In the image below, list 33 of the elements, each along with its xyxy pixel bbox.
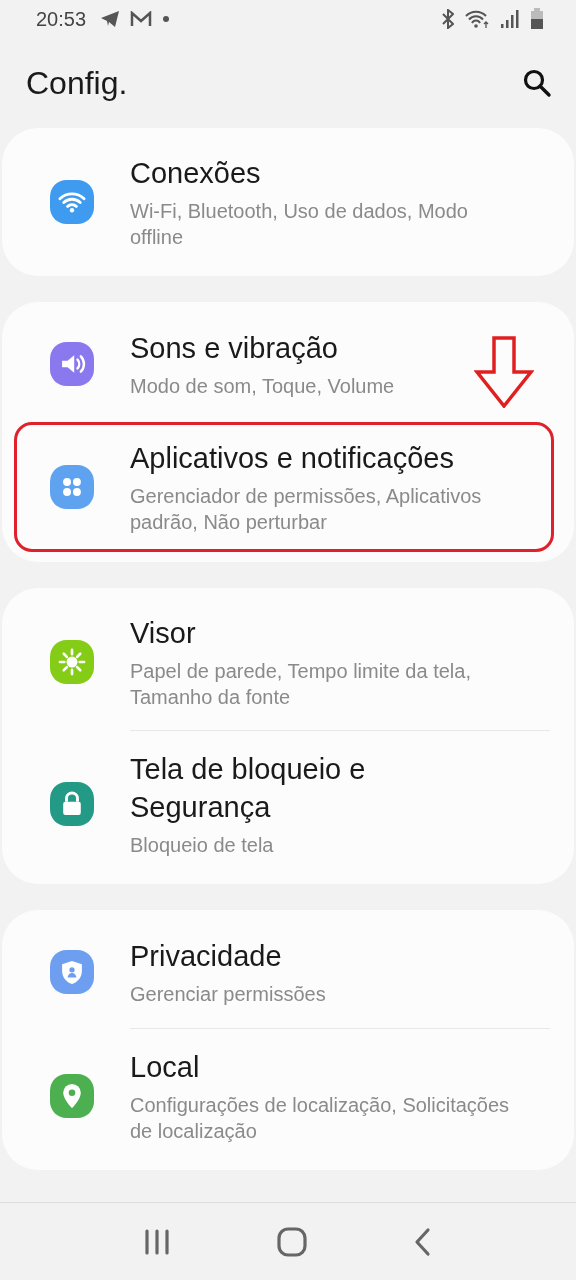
item-title: Sons e vibração [130,331,339,366]
page-title: Config. [26,64,128,102]
mail-icon [130,11,153,27]
settings-item[interactable]: Conexões Wi-Fi, Bluetooth, Uso de dados, Modo offline [2,134,574,270]
battery-icon [530,8,544,30]
settings-item[interactable]: Visor Papel de parede, Tempo limite da tela, Tamanho da fonte [2,594,574,730]
settings-item[interactable]: Tela de bloqueio e Segurança Bloqueio de tela [2,730,574,878]
bluetooth-icon [442,9,454,29]
item-subtitle: Bloqueio de tela [130,833,275,858]
settings-item[interactable]: Sons e vibração Modo de som, Toque, Volume [2,308,574,420]
item-subtitle: Modo de som, Toque, Volume [130,374,396,399]
paper-plane-icon [100,10,121,28]
item-subtitle: Configurações de localização, Solicitações de localização [130,1093,510,1144]
home-icon[interactable] [277,1226,307,1257]
item-subtitle: Gerenciar permissões [130,982,327,1007]
search-icon[interactable] [522,68,552,98]
settings-item[interactable]: Privacidade Gerenciar permissões [2,916,574,1028]
recent-apps-icon[interactable] [143,1227,171,1256]
item-subtitle: Wi-Fi, Bluetooth, Uso de dados, Modo offline [130,199,469,250]
item-title: Privacidade [130,939,283,974]
wifi-icon [464,9,490,29]
signal-icon [500,9,520,29]
settings-item[interactable]: Local Configurações de localização, Solicitações de localização [2,1028,574,1164]
item-title: Aplicativos e notificações [130,441,455,476]
item-title: Visor [130,616,197,651]
highlighted-settings-item[interactable]: Aplicativos e notificações Gerenciador de permissões, Aplicativos padrão, Não perturbar [14,422,554,552]
item-title: Local [130,1050,201,1085]
dot-icon [162,15,171,23]
item-subtitle: Papel de parede, Tempo limite da tela, Tamanho da fonte [130,659,472,710]
item-title: Conexões [130,156,262,191]
item-title: Tela de bloqueio e Segurança [130,752,367,825]
status-time: 20:53 [36,7,87,31]
item-subtitle: Gerenciador de permissões, Aplicativos padrão, Não perturbar [130,484,483,535]
